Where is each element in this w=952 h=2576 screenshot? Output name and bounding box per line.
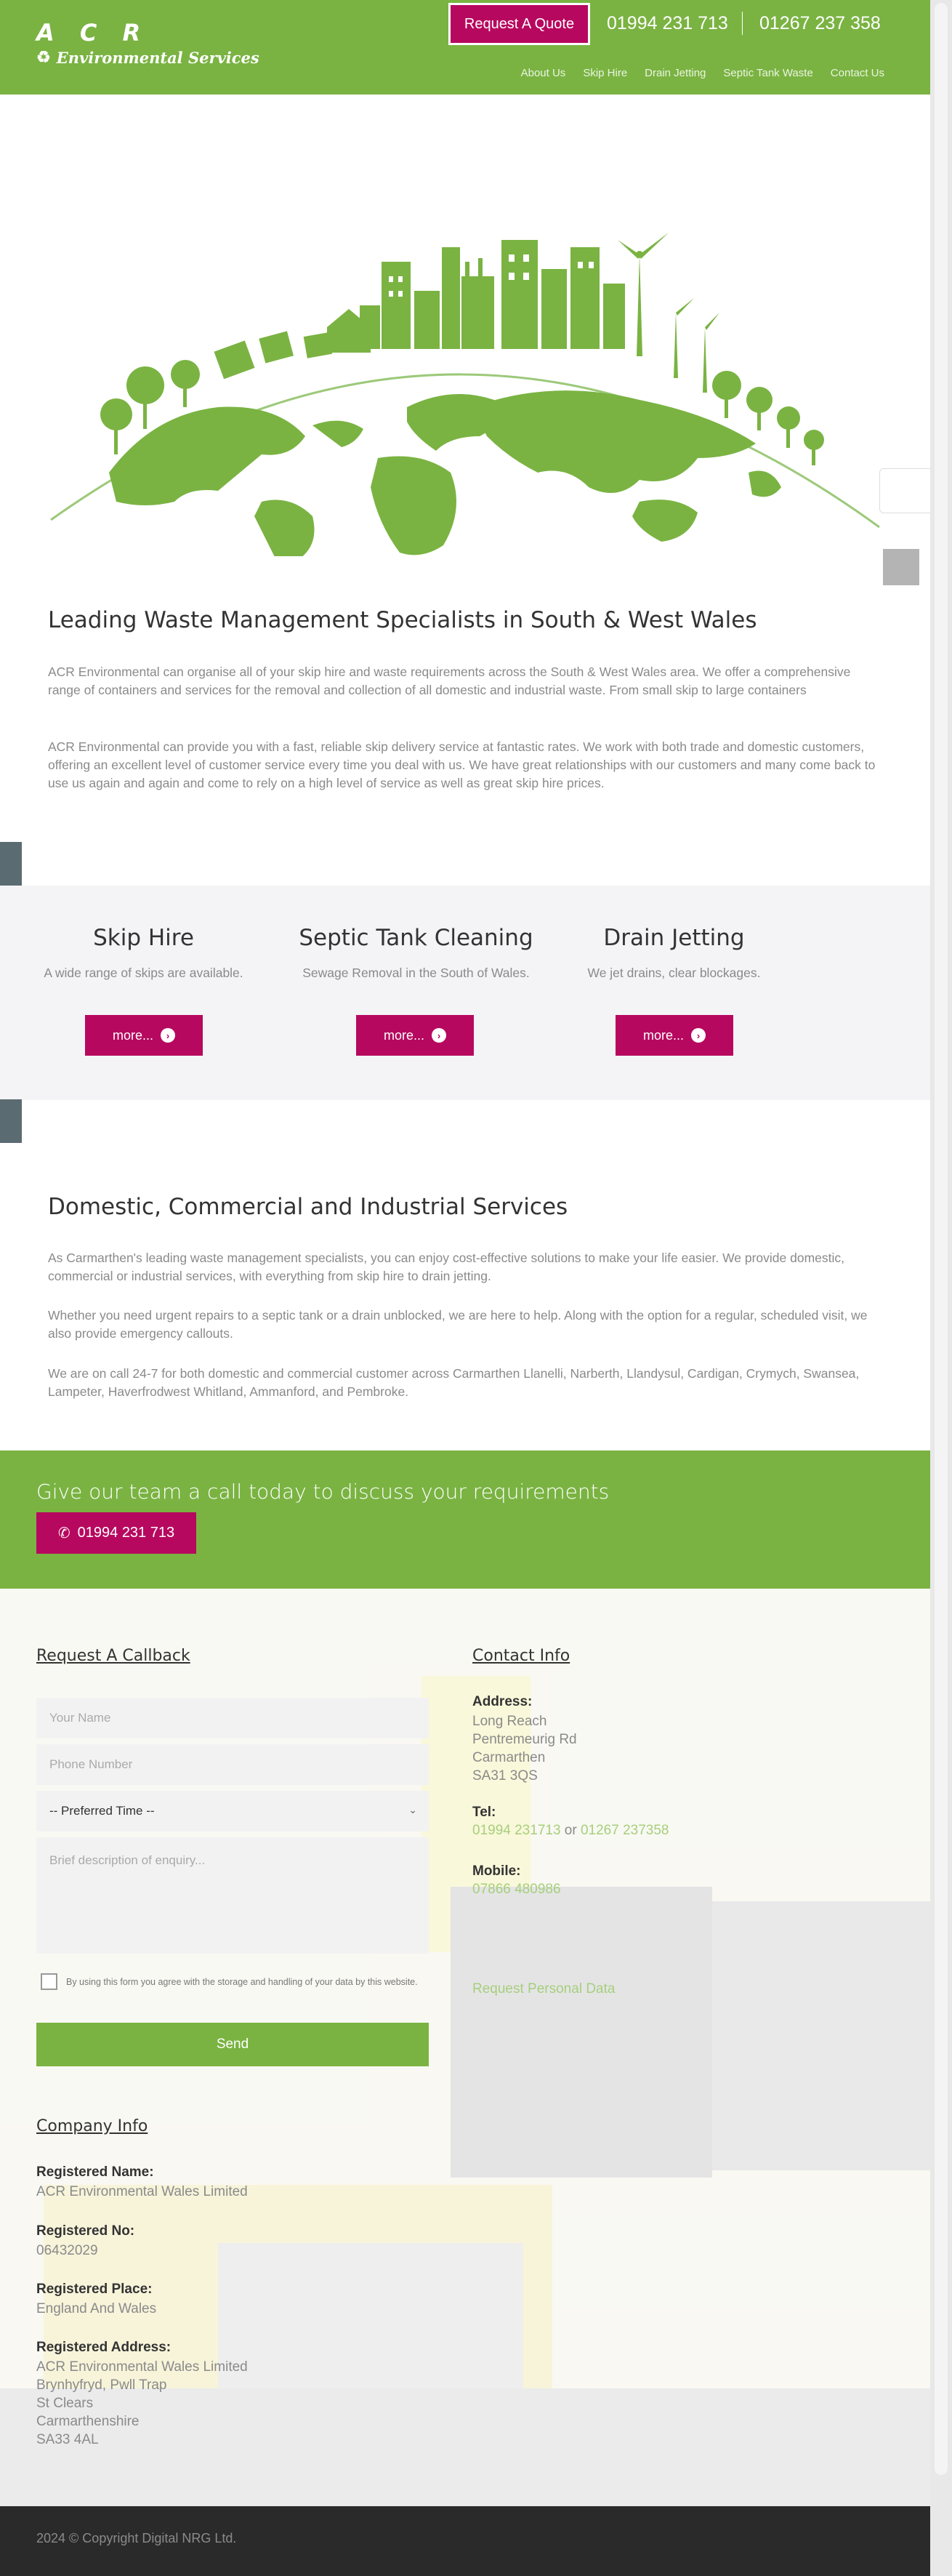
service-drain-jetting: Drain Jetting We jet drains, clear block… (560, 925, 788, 1056)
registered-address: ACR Environmental Wales Limited Brynhyfr… (36, 2358, 248, 2449)
cta-text: Give our team a call today to discuss yo… (36, 1480, 610, 1504)
chevron-right-icon: › (691, 1028, 706, 1043)
registered-address-line: SA33 4AL (36, 2432, 99, 2447)
header-phone-1[interactable]: 01994 231 713 (607, 13, 728, 34)
chevron-right-icon: › (432, 1028, 446, 1043)
company-info-title: Company Info (36, 2117, 148, 2135)
service-title: Drain Jetting (603, 925, 745, 951)
address-line: SA31 3QS (472, 1768, 538, 1783)
contact-info-title: Contact Info (472, 1647, 570, 1665)
more-label: more... (383, 1027, 424, 1043)
nav-septic-tank-waste[interactable]: Septic Tank Waste (723, 67, 812, 79)
logo-subtitle: Environmental Services (56, 48, 259, 67)
phone-divider (742, 12, 743, 35)
domestic-paragraph-1: As Carmarthen's leading waste management… (48, 1251, 845, 1283)
domestic-title: Domestic, Commercial and Industrial Serv… (48, 1194, 568, 1220)
mobile-link[interactable]: 07866 480986 (472, 1882, 561, 1898)
tel-or: or (564, 1823, 577, 1838)
registered-name: ACR Environmental Wales Limited (36, 2184, 248, 2199)
registered-no-label: Registered No: (36, 2223, 135, 2239)
call-phone-label: 01994 231 713 (77, 1525, 175, 1541)
domestic-paragraph-2: Whether you need urgent repairs to a sep… (48, 1308, 868, 1341)
logo[interactable]: A C R ♻ Environmental Services (36, 19, 259, 67)
service-skip-hire: Skip Hire A wide range of skips are avai… (29, 925, 258, 1056)
enquiry-textarea[interactable]: Brief description of enquiry... (36, 1837, 429, 1954)
phone-icon: ✆ (57, 1525, 70, 1541)
side-thumbnail-2[interactable] (0, 1099, 22, 1143)
registered-no: 06432029 (36, 2243, 98, 2258)
site-header: A C R ♻ Environmental Services Request A… (0, 0, 930, 95)
scrollbar-thumb[interactable] (935, 3, 948, 2475)
address-line: Carmarthen (472, 1750, 546, 1765)
nav-contact-us[interactable]: Contact Us (831, 67, 884, 79)
consent-checkbox[interactable] (41, 1973, 57, 1990)
service-description: Sewage Removal in the South of Wales. (302, 966, 530, 980)
registered-name-label: Registered Name: (36, 2164, 154, 2180)
skip-hire-more-button[interactable]: more... › (85, 1015, 203, 1056)
tel-link-1[interactable]: 01994 231713 (472, 1823, 561, 1838)
contact-section: Request A Callback Your Name Phone Numbe… (0, 1589, 930, 2506)
nav-about-us[interactable]: About Us (521, 67, 566, 79)
more-label: more... (112, 1027, 153, 1043)
service-description: We jet drains, clear blockages. (587, 966, 761, 980)
consent-text: By using this form you agree with the st… (66, 1976, 418, 1987)
send-button[interactable]: Send (36, 2023, 429, 2066)
address-line: Pentremeurig Rd (472, 1732, 577, 1747)
address-label: Address: (472, 1694, 533, 1709)
logo-title: A C R (36, 19, 150, 47)
drain-jetting-more-button[interactable]: more... › (616, 1015, 733, 1056)
chevron-down-icon: ⌄ (408, 1804, 417, 1815)
more-label: more... (642, 1027, 684, 1043)
intro-paragraph-2: ACR Environmental can provide you with a… (48, 739, 876, 790)
registered-place: England And Wales (36, 2301, 157, 2316)
registered-address-line: Brynhyfryd, Pwll Trap (36, 2378, 167, 2393)
intro-paragraph-1: ACR Environmental can organise all of yo… (48, 665, 851, 697)
registered-address-line: Carmarthenshire (36, 2414, 140, 2429)
preferred-time-value: -- Preferred Time -- (49, 1804, 155, 1818)
registered-address-label: Registered Address: (36, 2340, 172, 2355)
request-personal-data-link[interactable]: Request Personal Data (472, 1981, 615, 1997)
service-description: A wide range of skips are available. (44, 966, 243, 980)
chevron-right-icon: › (161, 1028, 175, 1043)
hero-banner (0, 95, 930, 560)
side-thumbnail[interactable] (0, 842, 22, 886)
callback-title: Request A Callback (36, 1647, 190, 1665)
green-earth-illustration (50, 233, 880, 556)
copyright-text: 2024 © Copyright Digital NRG Ltd. (36, 2531, 237, 2545)
tel-link-2[interactable]: 01267 237358 (581, 1823, 669, 1838)
tel-label: Tel: (472, 1805, 496, 1820)
site-footer: 2024 © Copyright Digital NRG Ltd. (0, 2506, 930, 2576)
services-section: Skip Hire A wide range of skips are avai… (0, 886, 930, 1100)
service-title: Septic Tank Cleaning (299, 925, 533, 951)
service-title: Skip Hire (93, 925, 194, 951)
call-phone-button[interactable]: ✆ 01994 231 713 (36, 1512, 196, 1554)
mobile-label: Mobile: (472, 1863, 521, 1879)
nav-drain-jetting[interactable]: Drain Jetting (645, 67, 706, 79)
intro-title: Leading Waste Management Specialists in … (48, 607, 757, 633)
septic-tank-more-button[interactable]: more... › (356, 1015, 474, 1056)
main-nav: About Us Skip Hire Drain Jetting Septic … (521, 67, 884, 79)
service-septic-tank-cleaning: Septic Tank Cleaning Sewage Removal in t… (291, 925, 541, 1056)
registered-place-label: Registered Place: (36, 2282, 153, 2297)
recycle-icon: ♻ (36, 48, 51, 67)
your-name-input[interactable]: Your Name (36, 1698, 429, 1738)
floating-widget[interactable] (879, 468, 934, 513)
preferred-time-select[interactable]: -- Preferred Time -- ⌄ (36, 1791, 429, 1831)
header-phone-2[interactable]: 01267 237 358 (759, 13, 881, 34)
request-quote-button[interactable]: Request A Quote (448, 3, 590, 45)
scroll-to-top-button[interactable] (883, 549, 919, 585)
nav-skip-hire[interactable]: Skip Hire (583, 67, 627, 79)
phone-number-input[interactable]: Phone Number (36, 1744, 429, 1785)
domestic-paragraph-3: We are on call 24-7 for both domestic an… (48, 1366, 860, 1399)
address-block: Long Reach Pentremeurig Rd Carmarthen SA… (472, 1712, 577, 1785)
page: A C R ♻ Environmental Services Request A… (0, 0, 930, 2576)
page-scrollbar[interactable] (930, 0, 952, 2576)
consent-row: By using this form you agree with the st… (41, 1973, 418, 1990)
address-line: Long Reach (472, 1714, 547, 1729)
registered-address-line: ACR Environmental Wales Limited (36, 2359, 248, 2375)
call-to-action-band: Give our team a call today to discuss yo… (0, 1450, 930, 1589)
registered-address-line: St Clears (36, 2396, 94, 2411)
